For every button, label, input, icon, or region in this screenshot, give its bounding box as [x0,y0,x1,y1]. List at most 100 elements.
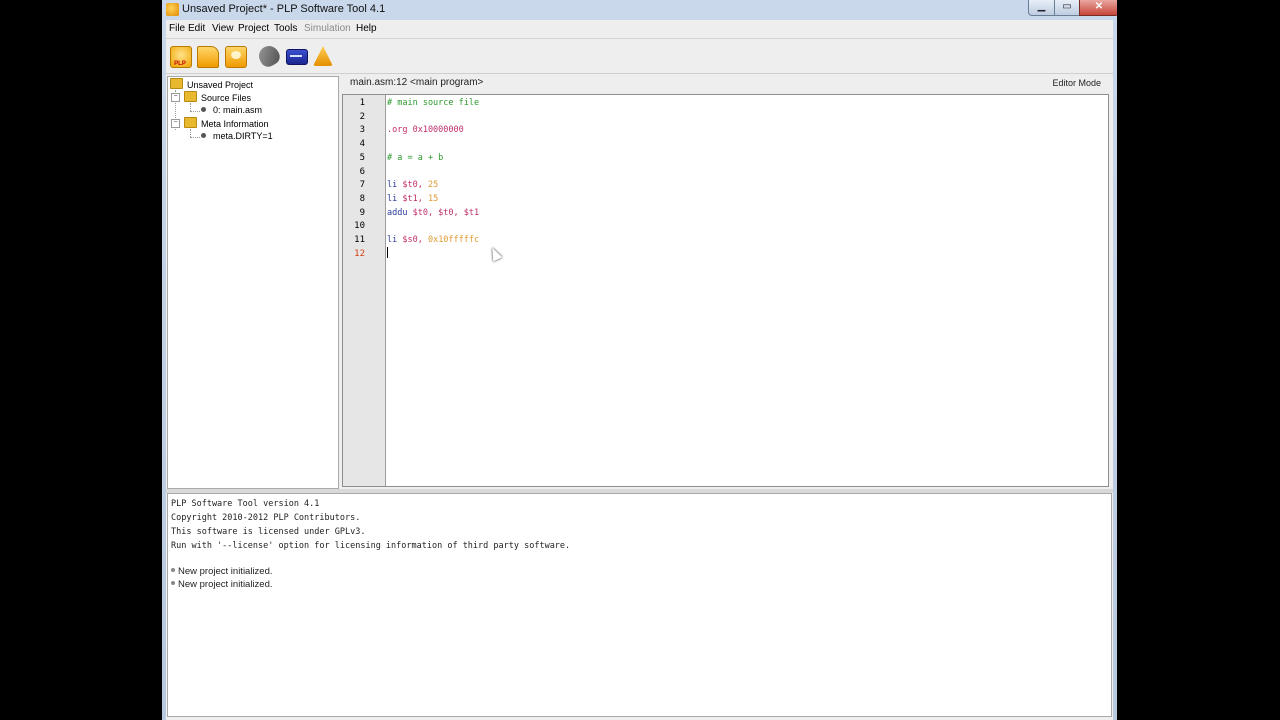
open-project-button[interactable] [195,44,219,68]
file-label: 0: main.asm [213,105,263,115]
code-area[interactable]: # main source file .org 0x10000000 # a = a… [387,95,1107,486]
meta-item-label: meta.DIRTY=1 [213,131,273,141]
code-line: li $t1, 15 [387,193,438,205]
assemble-icon [255,42,283,70]
editor-header: main.asm:12 <main program> Editor Mode [342,76,1109,92]
console-message-text: New project initialized. [178,566,273,577]
code-token: .org 0x10000000 [387,125,464,136]
folder-icon [184,117,197,128]
line-number-gutter: 1 2 3 4 5 6 7 8 9 10 11 12 [343,95,386,486]
code-token: # a = a + b [387,152,444,163]
new-project-label: PLP [174,61,186,67]
tree-file-main-asm[interactable]: 0: main.asm [201,104,262,117]
window-title: Unsaved Project* - PLP Software Tool 4.1 [182,3,386,15]
console-message-text: New project initialized. [178,579,273,590]
close-button[interactable]: ✕ [1079,0,1117,16]
output-console: PLP Software Tool version 4.1 Copyright … [167,493,1112,717]
code-line: .org 0x10000000 [387,124,464,136]
code-token: 15 [427,193,439,204]
line-number: 9 [359,207,365,218]
console-line: Run with '--license' option for licensin… [171,541,571,551]
collapse-meta-icon[interactable]: − [171,119,180,128]
save-project-button[interactable] [223,44,247,68]
meta-bullet-icon [201,133,206,138]
file-bullet-icon [201,107,206,112]
code-token: 25 [427,180,439,191]
line-number: 8 [359,193,365,204]
folder-icon [170,78,183,89]
tree-source-files[interactable]: Source Files [184,91,251,104]
code-token: # main source file [387,98,480,108]
code-line: li $t0, 25 [387,179,438,191]
line-number: 3 [359,125,365,136]
menu-tools[interactable]: Tools [274,23,297,34]
message-bullet-icon [171,568,175,572]
title-bar[interactable]: Unsaved Project* - PLP Software Tool 4.1… [162,0,1117,20]
code-line: # a = a + b [387,152,443,164]
meta-folder-label: Meta Information [201,119,269,129]
text-caret [387,247,388,258]
code-line: li $s0, 0x10fffffc [387,234,479,246]
editor-file-label: main.asm:12 <main program> [350,77,484,88]
code-token: $s0, [402,235,428,245]
menu-edit[interactable]: Edit [188,23,205,34]
new-project-button[interactable]: PLP [168,44,192,68]
code-token: li [387,193,403,204]
code-token: 0x10fffffc [427,235,480,245]
tree-root[interactable]: Unsaved Project [170,78,253,91]
tree-meta-dirty[interactable]: meta.DIRTY=1 [201,130,273,143]
menu-help[interactable]: Help [356,23,377,34]
tree-meta-information[interactable]: Meta Information [184,117,269,130]
code-token: $t0, $t0, $t1 [412,207,480,218]
code-token: li [387,180,403,191]
client-area: File Edit View Project Tools Simulation … [166,20,1113,720]
source-files-label: Source Files [201,93,252,103]
code-editor[interactable]: 1 2 3 4 5 6 7 8 9 10 11 12 # main source file .org 0… [342,94,1109,487]
code-token: li [387,235,403,245]
menu-view[interactable]: View [212,23,234,34]
line-number: 12 [354,248,365,259]
console-line: PLP Software Tool version 4.1 [171,499,320,509]
line-number: 2 [359,111,365,122]
console-message: New project initialized. [171,566,273,577]
menu-bar: File Edit View Project Tools Simulation … [166,20,1113,39]
open-project-icon [197,46,219,68]
line-number: 11 [354,235,365,245]
program-board-icon [313,46,333,66]
console-line: Copyright 2010-2012 PLP Contributors. [171,513,361,523]
save-project-icon [225,46,247,68]
app-icon [166,3,179,16]
line-number: 5 [359,152,365,163]
message-bullet-icon [171,581,175,585]
code-token: addu [387,207,413,218]
line-number: 7 [359,180,365,191]
toolbar: PLP [166,39,1113,74]
menu-simulation[interactable]: Simulation [304,23,351,34]
line-number: 4 [359,139,365,150]
tree-root-label: Unsaved Project [187,80,254,90]
collapse-source-files-icon[interactable]: − [171,93,180,102]
maximize-button[interactable]: ▭ [1054,0,1080,16]
minimize-button[interactable]: ▁ [1028,0,1055,16]
application-window: Unsaved Project* - PLP Software Tool 4.1… [162,0,1117,720]
project-tree: Unsaved Project − Source Files 0: main.a… [167,76,339,489]
code-line: addu $t0, $t0, $t1 [387,207,479,219]
assemble-button[interactable] [255,42,283,70]
console-line: This software is licensed under GPLv3. [171,527,366,537]
code-token: $t0, [402,180,428,191]
editor-mode-label: Editor Mode [1052,78,1101,88]
menu-file[interactable]: File [169,23,185,34]
line-number: 6 [359,166,365,177]
folder-icon [184,91,197,102]
simulate-icon [286,49,308,65]
line-number: 1 [359,98,365,108]
menu-project[interactable]: Project [238,23,269,34]
code-token: $t1, [402,193,428,204]
simulate-button[interactable] [284,44,308,68]
program-board-button[interactable] [311,44,335,68]
console-message: New project initialized. [171,579,273,590]
code-line: # main source file [387,97,479,109]
line-number: 10 [354,221,365,232]
main-area: Unsaved Project − Source Files 0: main.a… [166,74,1113,489]
editor-panel: main.asm:12 <main program> Editor Mode 1… [342,76,1109,487]
